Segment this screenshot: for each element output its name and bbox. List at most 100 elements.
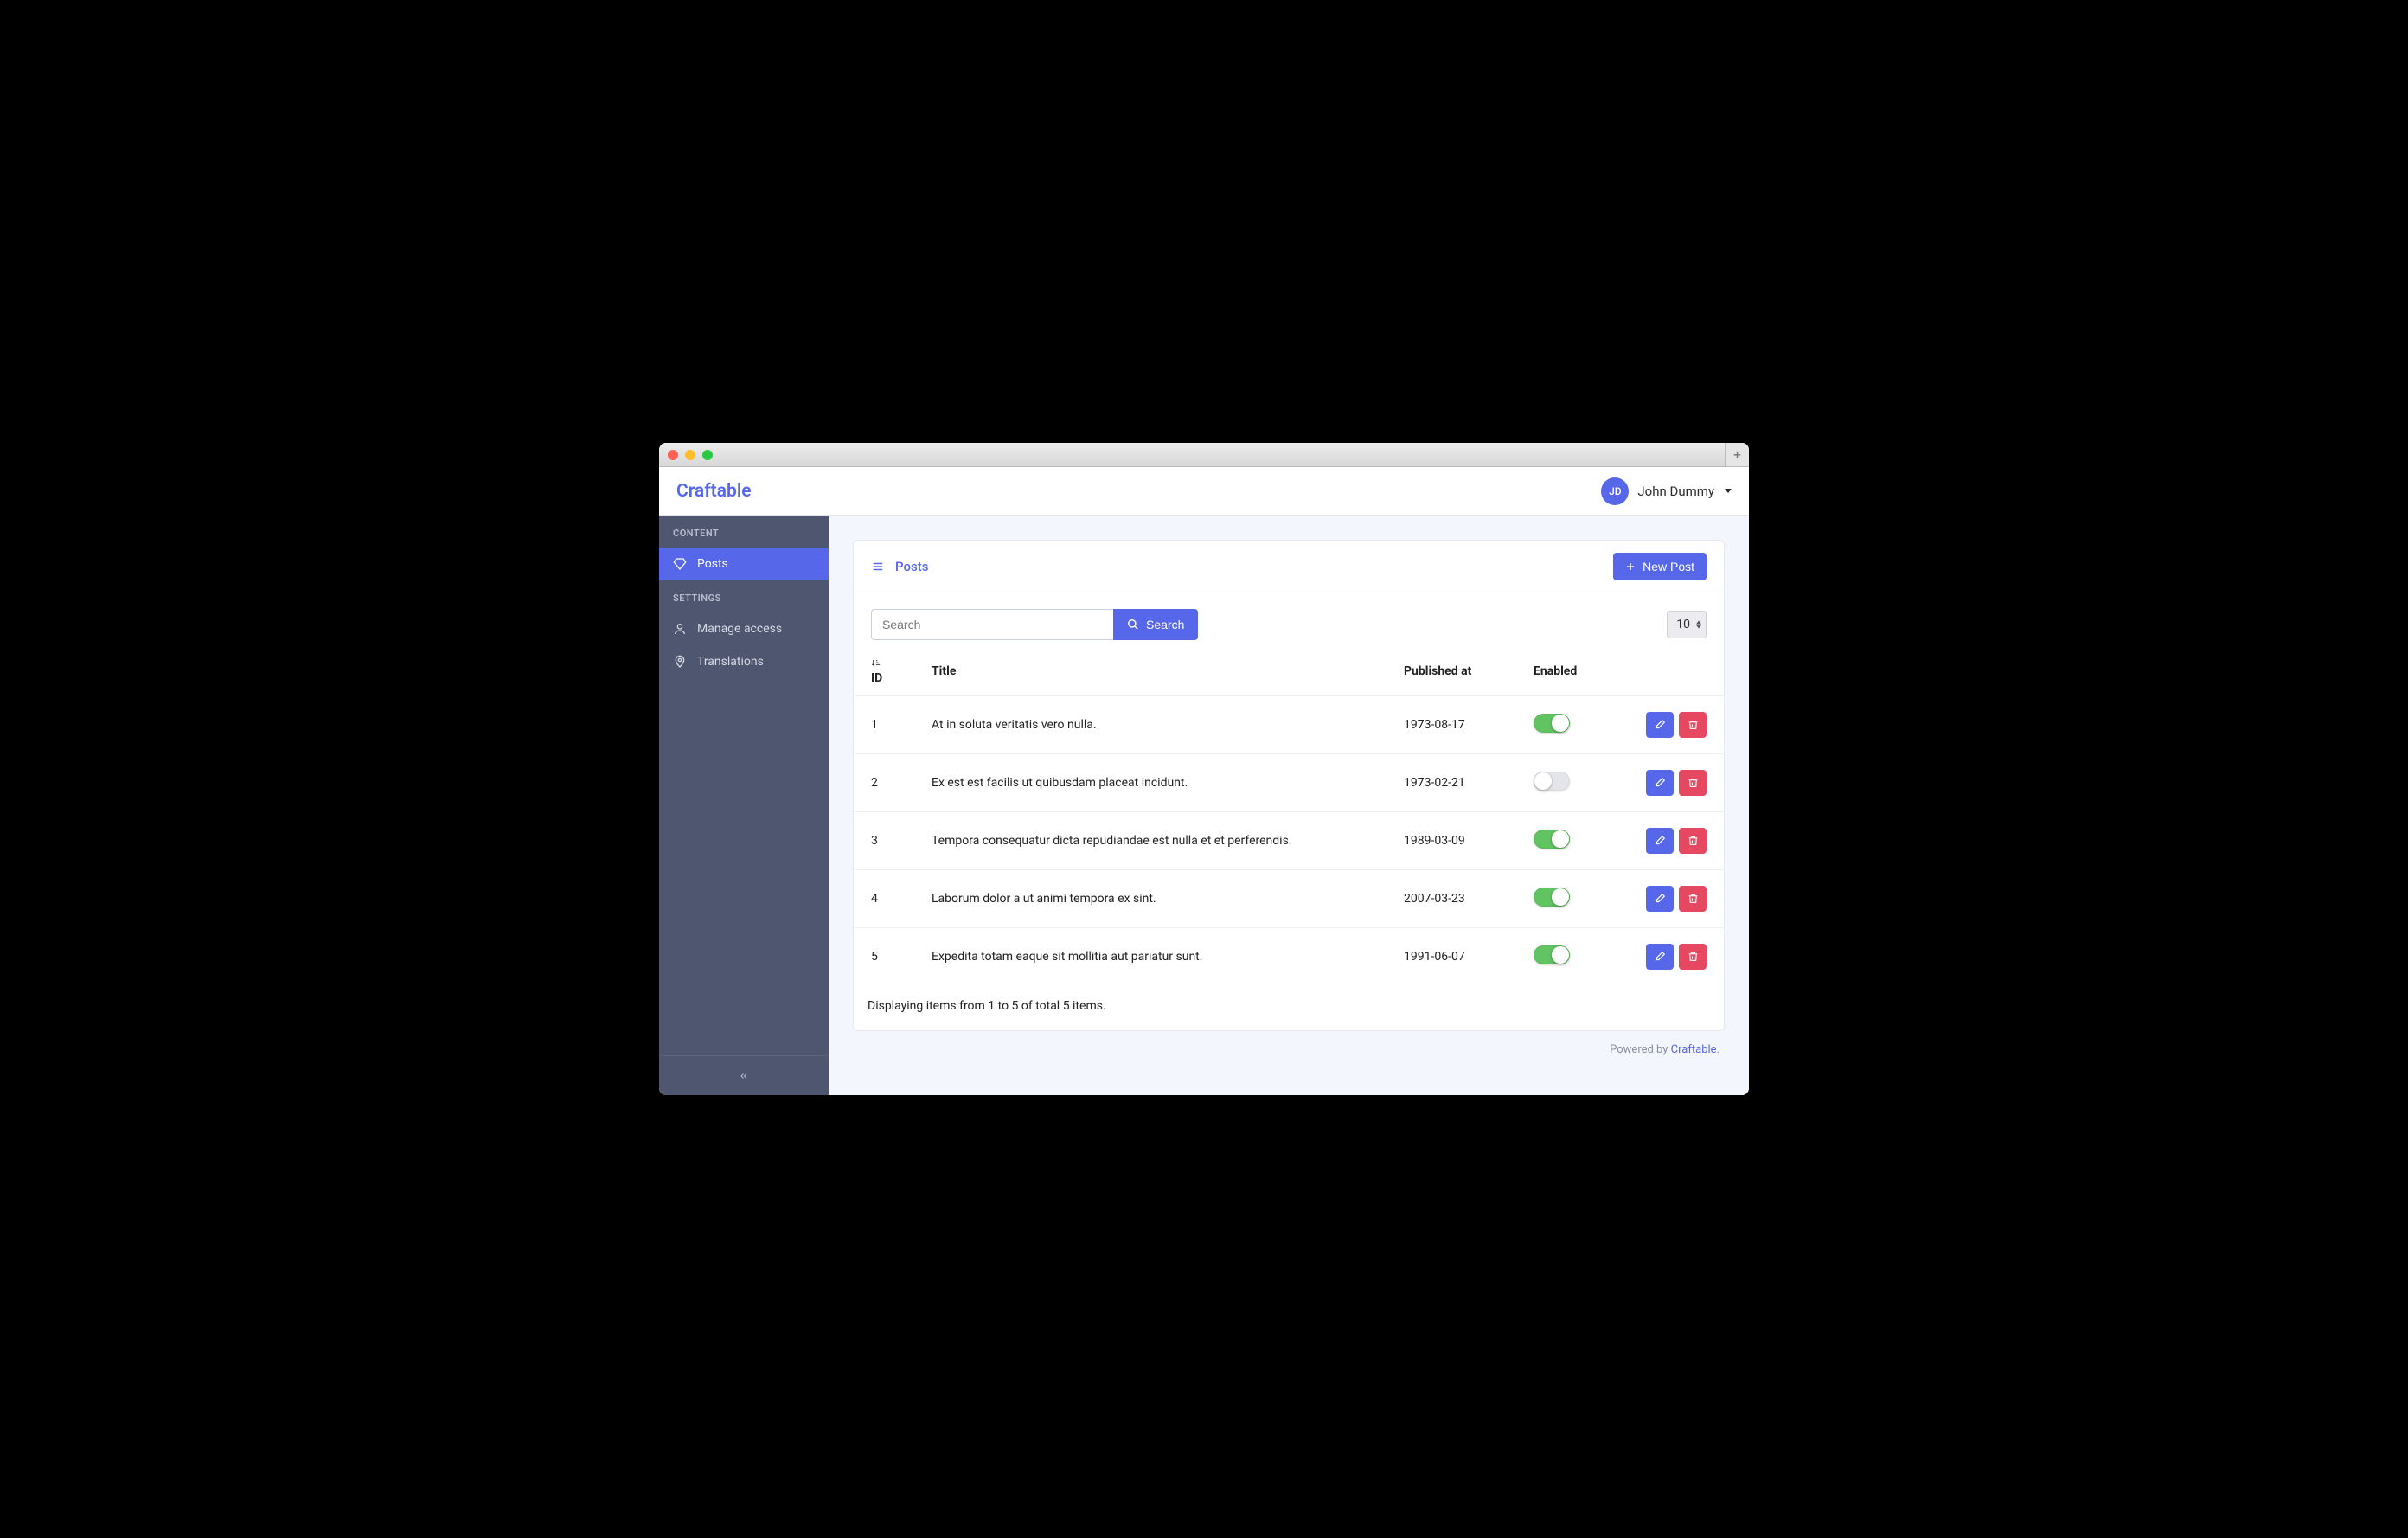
cell-id: 5 <box>854 928 914 986</box>
table-tools: Search 10 <box>854 593 1724 647</box>
sidebar-item-posts[interactable]: Posts <box>659 548 829 580</box>
search-button[interactable]: Search <box>1113 609 1198 640</box>
search-input[interactable] <box>871 609 1113 640</box>
app-window: + Craftable JD John Dummy CONTENT Posts … <box>659 443 1749 1095</box>
delete-button[interactable] <box>1679 944 1707 970</box>
edit-button[interactable] <box>1646 712 1674 738</box>
cell-enabled <box>1516 812 1620 870</box>
user-menu[interactable]: JD John Dummy <box>1601 477 1732 505</box>
trash-icon <box>1688 951 1699 963</box>
trash-icon <box>1688 777 1699 789</box>
pin-icon <box>673 655 687 669</box>
delete-button[interactable] <box>1679 712 1707 738</box>
traffic-lights <box>668 450 713 460</box>
cell-published-at: 1973-02-21 <box>1387 754 1516 812</box>
edit-icon <box>1654 719 1666 731</box>
per-page-select[interactable]: 10 <box>1667 611 1707 638</box>
table-row: 3Tempora consequatur dicta repudiandae e… <box>854 812 1724 870</box>
search-button-label: Search <box>1146 618 1184 631</box>
column-header-published-at[interactable]: Published at <box>1387 647 1516 696</box>
chevron-double-left-icon <box>739 1071 749 1081</box>
sidebar-item-label: Manage access <box>697 622 782 636</box>
avatar: JD <box>1601 477 1629 505</box>
cell-id: 3 <box>854 812 914 870</box>
cell-id: 2 <box>854 754 914 812</box>
column-header-enabled[interactable]: Enabled <box>1516 647 1620 696</box>
posts-table: ID Title Published at Enabled 1At in sol… <box>854 647 1724 985</box>
cell-published-at: 2007-03-23 <box>1387 870 1516 928</box>
table-row: 4Laborum dolor a ut animi tempora ex sin… <box>854 870 1724 928</box>
edit-icon <box>1654 835 1666 847</box>
column-header-actions <box>1620 647 1724 696</box>
trash-icon <box>1688 719 1699 731</box>
sidebar-item-manage-access[interactable]: Manage access <box>659 612 829 645</box>
enabled-toggle[interactable] <box>1534 714 1570 733</box>
cell-id: 4 <box>854 870 914 928</box>
card-header: Posts New Post <box>854 541 1724 593</box>
minimize-window-button[interactable] <box>685 450 695 460</box>
cell-title: Expedita totam eaque sit mollitia aut pa… <box>914 928 1387 986</box>
new-post-button[interactable]: New Post <box>1613 553 1707 580</box>
delete-button[interactable] <box>1679 886 1707 912</box>
sidebar-section-label: SETTINGS <box>659 580 829 612</box>
page-footer: Powered by Craftable. <box>853 1031 1725 1060</box>
sidebar-item-label: Posts <box>697 557 728 571</box>
cell-published-at: 1989-03-09 <box>1387 812 1516 870</box>
mac-titlebar: + <box>659 443 1749 467</box>
sort-icon <box>871 657 881 671</box>
edit-button[interactable] <box>1646 886 1674 912</box>
per-page-value: 10 <box>1676 618 1690 631</box>
enabled-toggle[interactable] <box>1534 772 1570 791</box>
table-row: 5Expedita totam eaque sit mollitia aut p… <box>854 928 1724 986</box>
page-title: Posts <box>895 559 928 574</box>
sidebar-collapse-button[interactable] <box>659 1055 829 1095</box>
cell-enabled <box>1516 754 1620 812</box>
cell-enabled <box>1516 696 1620 754</box>
cell-title: Ex est est facilis ut quibusdam placeat … <box>914 754 1387 812</box>
enabled-toggle[interactable] <box>1534 945 1570 964</box>
pagination-summary: Displaying items from 1 to 5 of total 5 … <box>854 985 1724 1030</box>
sidebar: CONTENT Posts SETTINGS Manage access Tra… <box>659 516 829 1095</box>
user-icon <box>673 622 687 636</box>
footer-link[interactable]: Craftable <box>1671 1043 1717 1056</box>
delete-button[interactable] <box>1679 828 1707 854</box>
app-body: CONTENT Posts SETTINGS Manage access Tra… <box>659 516 1749 1095</box>
list-icon <box>871 561 885 573</box>
cell-title: Tempora consequatur dicta repudiandae es… <box>914 812 1387 870</box>
edit-button[interactable] <box>1646 770 1674 796</box>
new-tab-button[interactable]: + <box>1725 443 1749 466</box>
sidebar-item-label: Translations <box>697 655 764 669</box>
sidebar-item-translations[interactable]: Translations <box>659 645 829 678</box>
brand-logo[interactable]: Craftable <box>676 481 752 502</box>
cell-published-at: 1973-08-17 <box>1387 696 1516 754</box>
cell-id: 1 <box>854 696 914 754</box>
cell-enabled <box>1516 870 1620 928</box>
edit-icon <box>1654 951 1666 963</box>
chevron-down-icon <box>1725 489 1732 493</box>
enabled-toggle[interactable] <box>1534 888 1570 907</box>
delete-button[interactable] <box>1679 770 1707 796</box>
edit-button[interactable] <box>1646 944 1674 970</box>
close-window-button[interactable] <box>668 450 678 460</box>
select-arrows-icon <box>1696 621 1701 629</box>
trash-icon <box>1688 893 1699 905</box>
column-header-id[interactable]: ID <box>854 647 914 696</box>
cell-published-at: 1991-06-07 <box>1387 928 1516 986</box>
diamond-icon <box>673 557 687 571</box>
posts-card: Posts New Post <box>853 540 1725 1031</box>
cell-enabled <box>1516 928 1620 986</box>
column-header-title[interactable]: Title <box>914 647 1387 696</box>
cell-title: Laborum dolor a ut animi tempora ex sint… <box>914 870 1387 928</box>
maximize-window-button[interactable] <box>702 450 713 460</box>
table-row: 1At in soluta veritatis vero nulla.1973-… <box>854 696 1724 754</box>
cell-title: At in soluta veritatis vero nulla. <box>914 696 1387 754</box>
edit-icon <box>1654 893 1666 905</box>
new-post-button-label: New Post <box>1643 560 1694 574</box>
edit-icon <box>1654 777 1666 789</box>
search-icon <box>1127 618 1139 631</box>
plus-icon <box>1625 561 1636 572</box>
sidebar-section-label: CONTENT <box>659 516 829 548</box>
enabled-toggle[interactable] <box>1534 830 1570 849</box>
edit-button[interactable] <box>1646 828 1674 854</box>
trash-icon <box>1688 835 1699 847</box>
